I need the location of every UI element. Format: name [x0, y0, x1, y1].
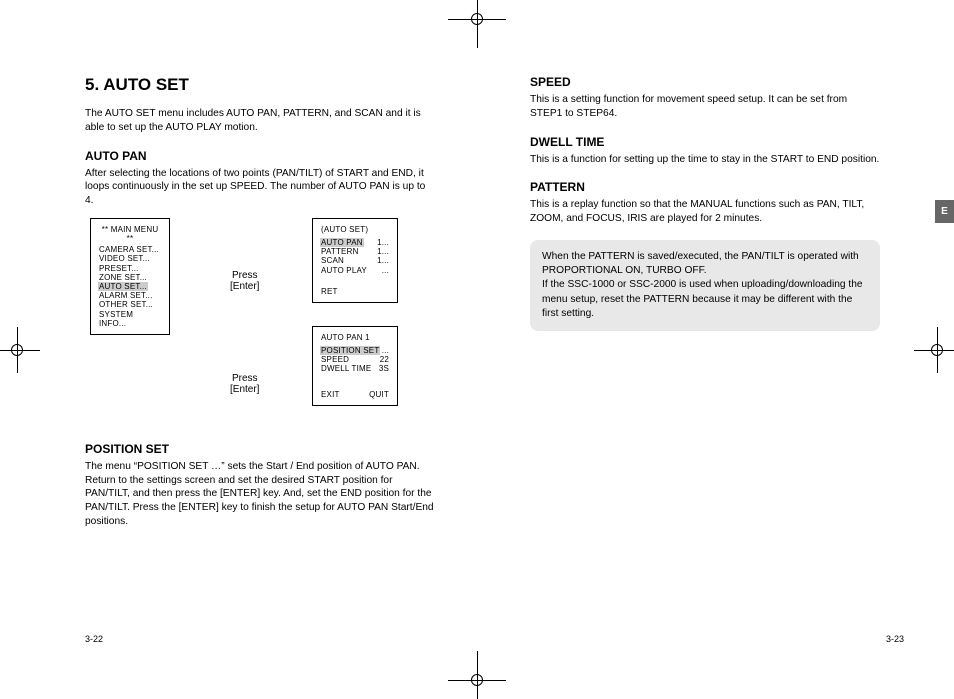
crop-mark-left: [6, 339, 28, 361]
note-box: When the PATTERN is saved/executed, the …: [530, 240, 880, 331]
osd-main-title: ** MAIN MENU **: [99, 225, 161, 243]
osd-main-item: CAMERA SET...: [99, 245, 161, 254]
osd-autopan-exit: EXIT: [321, 390, 340, 399]
osd-autoset-title: (AUTO SET): [321, 225, 389, 234]
heading-dwell: DWELL TIME: [530, 135, 880, 149]
osd-autoset-row: PATTERN1...: [321, 247, 389, 256]
osd-main-menu: ** MAIN MENU ** CAMERA SET...VIDEO SET..…: [90, 218, 170, 335]
osd-autopan-row: DWELL TIME3S: [321, 364, 389, 373]
heading-autopan: AUTO PAN: [85, 149, 435, 163]
osd-autopan-menu: AUTO PAN 1 POSITION SET...SPEED22DWELL T…: [312, 326, 398, 406]
osd-main-item: VIDEO SET...: [99, 254, 161, 263]
body-positionset: The menu “POSITION SET …” sets the Start…: [85, 460, 435, 529]
osd-autoset-row: AUTO PLAY...: [321, 266, 389, 275]
heading-positionset: POSITION SET: [85, 442, 435, 456]
body-speed: This is a setting function for movement …: [530, 93, 880, 121]
section-tab: E: [935, 200, 954, 223]
crop-mark-right: [926, 339, 948, 361]
crop-mark-bottom: [466, 669, 488, 691]
osd-autopan-row: POSITION SET...: [321, 346, 389, 355]
osd-main-item: AUTO SET...: [99, 282, 161, 291]
osd-autoset-ret: RET: [321, 287, 389, 296]
press-enter-2: Press [Enter]: [230, 373, 259, 395]
osd-autoset-row: AUTO PAN1...: [321, 238, 389, 247]
osd-autopan-row: SPEED22: [321, 355, 389, 364]
heading-speed: SPEED: [530, 75, 880, 89]
osd-main-item: OTHER SET...: [99, 300, 161, 309]
note-line-1: When the PATTERN is saved/executed, the …: [542, 250, 868, 279]
press-enter-1: Press [Enter]: [230, 270, 259, 292]
body-pattern: This is a replay function so that the MA…: [530, 198, 880, 226]
osd-main-item: SYSTEM INFO...: [99, 310, 161, 328]
osd-autoset-row: SCAN1...: [321, 256, 389, 265]
osd-autopan-title: AUTO PAN 1: [321, 333, 389, 342]
osd-main-item: ALARM SET...: [99, 291, 161, 300]
intro-text: The AUTO SET menu includes AUTO PAN, PAT…: [85, 107, 435, 135]
body-dwell: This is a function for setting up the ti…: [530, 153, 880, 167]
osd-autoset-menu: (AUTO SET) AUTO PAN1...PATTERN1...SCAN1.…: [312, 218, 398, 303]
heading-pattern: PATTERN: [530, 180, 880, 194]
note-line-2: If the SSC-1000 or SSC-2000 is used when…: [542, 278, 868, 321]
osd-autopan-quit: QUIT: [369, 390, 389, 399]
osd-main-item: PRESET...: [99, 264, 161, 273]
page-title: 5. AUTO SET: [85, 75, 435, 95]
left-column: 5. AUTO SET The AUTO SET menu includes A…: [85, 75, 435, 529]
page-number-right: 3-23: [886, 634, 904, 644]
osd-main-item: ZONE SET...: [99, 273, 161, 282]
body-autopan: After selecting the locations of two poi…: [85, 167, 435, 208]
right-column: SPEED This is a setting function for mov…: [530, 75, 880, 331]
crop-mark-top: [466, 8, 488, 30]
page-number-left: 3-22: [85, 634, 103, 644]
